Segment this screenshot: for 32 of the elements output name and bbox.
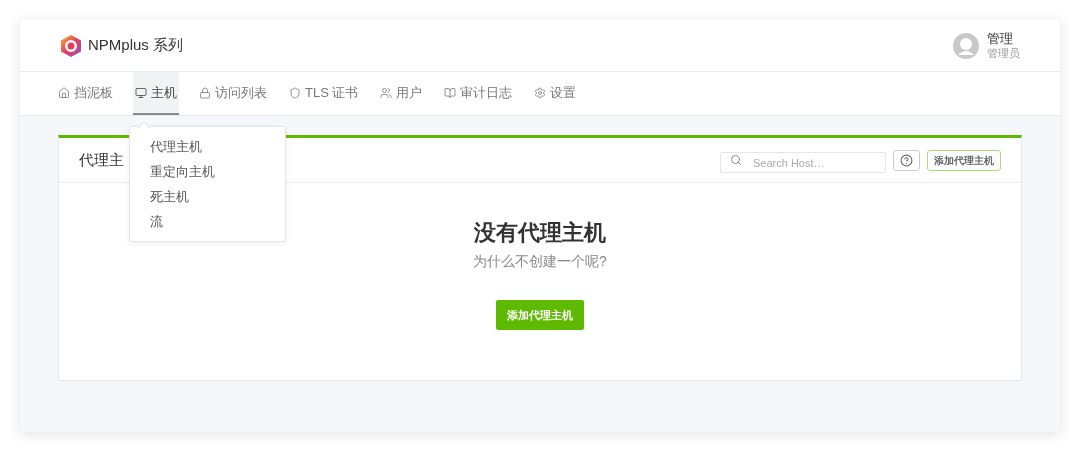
help-icon bbox=[900, 153, 913, 167]
dropdown-item[interactable]: 流 bbox=[130, 209, 285, 234]
card-title: 代理主 bbox=[79, 149, 124, 170]
nav-tab[interactable]: 审计日志 bbox=[442, 72, 515, 115]
book-icon bbox=[444, 86, 457, 99]
help-button[interactable] bbox=[893, 149, 920, 171]
shield-icon bbox=[289, 86, 301, 99]
empty-subtitle: 为什么不创建一个呢? bbox=[473, 252, 607, 271]
user-name: 管理 bbox=[987, 31, 1014, 46]
empty-title: 没有代理主机 bbox=[474, 219, 606, 247]
nav-tab[interactable]: 访问列表 bbox=[197, 72, 269, 115]
search-field[interactable]: Search Host… bbox=[720, 152, 886, 173]
create-proxy-host-button[interactable]: 添加代理主机 bbox=[496, 300, 584, 330]
house-icon bbox=[58, 86, 70, 99]
lock-icon bbox=[199, 86, 211, 99]
dropdown-item[interactable]: 死主机 bbox=[130, 184, 285, 209]
dropdown-item[interactable]: 代理主机 bbox=[130, 134, 285, 159]
avatar bbox=[953, 32, 979, 59]
nav-tab[interactable]: 挡泥板 bbox=[56, 72, 115, 115]
nav-tab[interactable]: 主机 bbox=[133, 72, 179, 115]
brand-name: NPMplus 系列 bbox=[88, 35, 184, 56]
monitor-icon bbox=[135, 86, 147, 99]
user-role: 管理员 bbox=[987, 45, 1020, 60]
add-proxy-host-button[interactable]: 添加代理主机 bbox=[927, 149, 1001, 171]
nav-tab[interactable]: TLS 证书 bbox=[287, 72, 361, 115]
logo-icon bbox=[60, 33, 82, 58]
nav-tab[interactable]: 用户 bbox=[378, 72, 425, 115]
settings-icon bbox=[534, 86, 547, 99]
nav-tab[interactable]: 设置 bbox=[532, 72, 579, 115]
users-icon bbox=[380, 86, 393, 99]
search-icon bbox=[730, 154, 742, 166]
dropdown-item[interactable]: 重定向主机 bbox=[130, 159, 285, 184]
